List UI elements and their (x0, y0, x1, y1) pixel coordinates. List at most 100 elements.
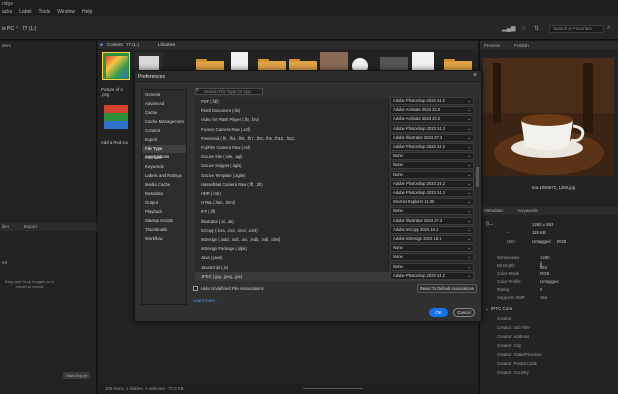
app-select[interactable]: Internet Explorer 11.00 ⌄ (390, 198, 474, 207)
search-icon[interactable]: ⌕ (607, 25, 610, 32)
file-type-label: HTML (.htm, .html) (201, 200, 235, 206)
association-row: FujiFilm Camera Raw (.raf) Adobe Photosho… (195, 143, 475, 152)
category-metadata[interactable]: Metadata (145, 191, 163, 196)
status-bar: 100 items, 1 hidden, 1 selected - 77.3 K… (98, 384, 478, 394)
file-type-label: FreeHand (.fh, .fh4, .fh5, .fh7, .fh8, .… (201, 135, 295, 141)
zoom-slider[interactable] (303, 388, 363, 389)
association-row: InDesign Package (.idpk) None ⌄ (195, 244, 475, 253)
content-tabs: ■ Content 77 (L:) Libraries (98, 41, 478, 49)
thumbnail-picture[interactable] (102, 52, 130, 80)
hide-undefined-checkbox[interactable] (193, 286, 198, 291)
category-file-type-associations[interactable]: File Type Associations (142, 145, 186, 159)
app-select[interactable]: Adobe Photoshop 2023 24.2 ⌄ (390, 124, 474, 133)
app-select[interactable]: Adobe Photoshop 2023 24.2 ⌄ (390, 143, 474, 151)
category-media-cache[interactable]: Media Cache (145, 182, 170, 187)
tab-keywords[interactable]: Keywords (518, 208, 538, 213)
app-select[interactable]: None ⌄ (390, 253, 474, 262)
meta-row: Color Profile Untagged (497, 279, 559, 284)
meta-row: Bit Depth 8 (497, 263, 542, 268)
iptc-row[interactable]: Creator: State/Province (497, 352, 542, 357)
category-playback[interactable]: Playback (145, 209, 162, 214)
iptc-key: Creator (497, 316, 512, 321)
association-scrollbar[interactable] (476, 97, 479, 280)
chevron-down-icon[interactable]: ⌄ (485, 306, 489, 312)
iptc-row[interactable]: Creator: Job Title (497, 325, 530, 330)
meta-key: Bit Depth (497, 263, 515, 268)
association-search-input[interactable]: Search File Type Or App (195, 88, 263, 95)
breadcrumb-pc[interactable]: is PC (2, 26, 14, 32)
app-select[interactable]: None ⌄ (390, 170, 474, 179)
scrollbar-thumb[interactable] (476, 167, 479, 187)
category-startup-scripts[interactable]: Startup Scripts (145, 218, 173, 223)
tab-publish[interactable]: Publish (514, 43, 529, 48)
app-select[interactable]: None ⌄ (390, 152, 474, 161)
app-select[interactable]: None ⌄ (390, 244, 474, 253)
cancel-button[interactable]: Cancel (453, 308, 475, 317)
menu-item-help[interactable]: Help (82, 9, 92, 15)
sort-icon[interactable]: ⇅ (534, 25, 539, 32)
iptc-row[interactable]: Creator (497, 316, 511, 321)
ok-button[interactable]: OK (429, 308, 448, 317)
app-select[interactable]: Adobe Photoshop 2023 24.2 ⌄ (390, 97, 474, 105)
tab-preview[interactable]: Preview (484, 43, 500, 48)
reset-associations-button[interactable]: Reset To Default Associations (417, 284, 477, 293)
tab-metadata[interactable]: Metadata (484, 208, 503, 213)
thumbnail-red[interactable] (104, 105, 128, 129)
app-select-value: Adobe InDesign 2023 18.1 (393, 236, 442, 241)
app-select[interactable]: Adobe Animate 2023 23.0 ⌄ (390, 115, 474, 124)
app-select[interactable]: Adobe Animate 2023 23.0 ⌄ (390, 106, 474, 115)
iptc-row[interactable]: Creator: City (497, 343, 521, 348)
category-advanced[interactable]: Advanced (145, 101, 164, 106)
menu-item[interactable]: acks (2, 9, 12, 15)
start-export-button[interactable]: Start Export (63, 372, 90, 379)
file-type-label: InCopy (.incx, .inct, .incd, .icml) (201, 227, 258, 233)
iptc-row[interactable]: Creator: Postal Code (497, 361, 537, 366)
iptc-row[interactable]: Creator: Country (497, 370, 529, 375)
category-general[interactable]: General (145, 92, 160, 97)
iptc-row[interactable]: Creator: Address (497, 334, 529, 339)
app-select[interactable]: Adobe Illustrator 2023 27.3 ⌄ (390, 216, 474, 225)
iptc-section-title[interactable]: IPTC Core (491, 306, 512, 311)
folders-tab[interactable]: ders (2, 43, 11, 48)
category-export[interactable]: Export (145, 137, 157, 142)
association-row: Illustrator (.ai, .ait) Adobe Illustrator… (195, 216, 475, 226)
category-labels-and-ratings[interactable]: Labels and Ratings (145, 173, 182, 178)
app-select[interactable]: Adobe Photoshop 2023 24.2 ⌄ (390, 189, 474, 197)
association-row: JPEG (.jpg, .jpeg, .jpe) Adobe Photoshop … (195, 271, 475, 281)
app-select[interactable]: None ⌄ (390, 207, 474, 216)
file-type-label: Illustrator (.ai, .ait) (201, 218, 234, 224)
category-interface[interactable]: Interface (145, 155, 162, 160)
dialog-title-bar: Preferences × (135, 71, 481, 82)
file-type-label: JPEG (.jpg, .jpeg, .jpe) (201, 273, 243, 279)
app-select[interactable]: None ⌄ (390, 161, 474, 170)
app-select[interactable]: Adobe InCopy 2023 18.1 ⌄ (390, 225, 474, 234)
tab-path[interactable]: 77 (L:) (126, 42, 139, 47)
app-select[interactable]: Adobe Photoshop 2023 24.2 ⌄ (390, 271, 474, 280)
category-keywords[interactable]: Keywords (145, 164, 164, 169)
breadcrumb-drive[interactable]: 77 (L:) (22, 26, 36, 32)
tab-libraries[interactable]: Libraries (158, 42, 175, 47)
app-select[interactable]: None ⌄ (390, 262, 474, 271)
export-tab[interactable]: Export (24, 224, 37, 229)
category-output[interactable]: Output (145, 200, 158, 205)
app-select[interactable]: Adobe Photoshop 2023 24.2 ⌄ (390, 179, 474, 188)
category-cache[interactable]: Cache (145, 110, 157, 115)
app-select[interactable]: Adobe InDesign 2023 18.1 ⌄ (390, 235, 474, 243)
close-icon[interactable]: × (473, 72, 477, 79)
meta-value: Yes (540, 295, 548, 300)
category-workflow[interactable]: Workflow (145, 236, 163, 241)
app-select[interactable]: Adobe Illustrator 2023 27.3 ⌄ (390, 133, 474, 142)
file-type-label: Hasselblad Camera Raw (.fff, .3fr) (201, 181, 263, 187)
learn-more-link[interactable]: Learn more... (193, 298, 219, 303)
bars-icon[interactable]: ▂▄▆ (502, 25, 515, 32)
filter-tab[interactable]: ilter (2, 224, 9, 229)
menu-item-tools[interactable]: Tools (39, 9, 51, 15)
category-content[interactable]: Content (145, 128, 160, 133)
star-icon[interactable]: ☆ (521, 25, 526, 32)
category-thumbnails[interactable]: Thumbnails (145, 227, 167, 232)
menu-item-window[interactable]: Window (57, 9, 75, 15)
category-cache-management[interactable]: Cache Management (145, 119, 184, 124)
search-input[interactable]: Search in Favorites (549, 25, 604, 33)
menu-item-label[interactable]: Label (19, 9, 31, 15)
tab-content[interactable]: Content (107, 42, 123, 47)
